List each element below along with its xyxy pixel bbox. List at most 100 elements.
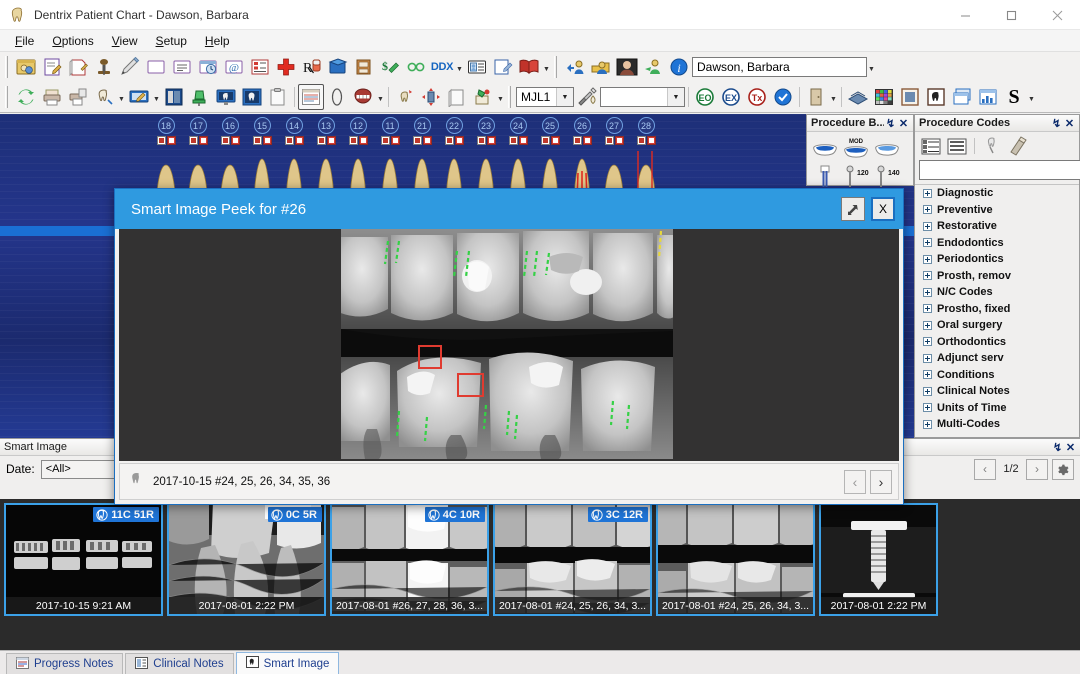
- procedure-category-row[interactable]: Diagnostic: [915, 185, 1079, 202]
- procedure-category-row[interactable]: Preventive: [915, 202, 1079, 219]
- amalgam-o-icon[interactable]: [811, 135, 839, 161]
- tooth-badge-right[interactable]: [583, 136, 592, 145]
- detection-count-badge[interactable]: 4C 10R: [425, 507, 485, 522]
- tooth-number-15[interactable]: 15: [254, 117, 271, 134]
- tooth-badge-left[interactable]: [413, 136, 422, 145]
- tooth-status-badges-24[interactable]: [509, 136, 528, 145]
- tooth-status-badges-27[interactable]: [605, 136, 624, 145]
- patient-book-chevron-down-icon[interactable]: ▼: [542, 54, 551, 80]
- expand-icon[interactable]: [923, 387, 932, 396]
- tab-clinical-notes[interactable]: Clinical Notes: [125, 653, 233, 674]
- card-icon[interactable]: [897, 84, 923, 110]
- tooth-badge-right[interactable]: [551, 136, 560, 145]
- tooth-badge-right[interactable]: [359, 136, 368, 145]
- smart-image-chevron-down-icon[interactable]: ▼: [1027, 84, 1036, 110]
- insurance-claim-icon[interactable]: $: [377, 54, 403, 80]
- thumbnail-item[interactable]: 2017-08-01 2:22 PM: [819, 503, 938, 616]
- expand-icon[interactable]: [923, 288, 932, 297]
- ex-icon[interactable]: EX: [718, 84, 744, 110]
- tooth-status-badges-26[interactable]: [573, 136, 592, 145]
- detection-count-badge[interactable]: 0C 5R: [268, 507, 322, 522]
- tooth-number-13[interactable]: 13: [318, 117, 335, 134]
- tooth-badge-left[interactable]: [637, 136, 646, 145]
- tooth-badge-left[interactable]: [509, 136, 518, 145]
- provider-chevron-down-icon[interactable]: ▼: [556, 88, 573, 106]
- menu-help[interactable]: Help: [196, 32, 239, 50]
- tooth-number-17[interactable]: 17: [190, 117, 207, 134]
- tooth-badge-left[interactable]: [541, 136, 550, 145]
- detection-count-badge[interactable]: 3C 12R: [588, 507, 648, 522]
- procedure-category-row[interactable]: Units of Time: [915, 400, 1079, 417]
- window-icon[interactable]: [949, 84, 975, 110]
- tooth-badge-right[interactable]: [231, 136, 240, 145]
- dialog-next-image-button[interactable]: ›: [870, 470, 892, 494]
- tooth-number-12[interactable]: 12: [350, 117, 367, 134]
- patient-book-icon[interactable]: [516, 54, 542, 80]
- close-icon[interactable]: ✕: [897, 117, 910, 130]
- tooth-badge-left[interactable]: [349, 136, 358, 145]
- image-tooth-icon[interactable]: [239, 84, 265, 110]
- document-center-icon[interactable]: [143, 54, 169, 80]
- composite-icon[interactable]: [873, 135, 901, 161]
- xray-image[interactable]: [341, 229, 673, 461]
- ddx-chevron-down-icon[interactable]: ▼: [455, 54, 464, 80]
- tooth-number-21[interactable]: 21: [414, 117, 431, 134]
- pin-icon[interactable]: ↯: [1050, 117, 1063, 130]
- tooth-badge-right[interactable]: [295, 136, 304, 145]
- tooth-status-badges-23[interactable]: [477, 136, 496, 145]
- procedure-category-row[interactable]: Restorative: [915, 218, 1079, 235]
- expand-icon[interactable]: [923, 403, 932, 412]
- tooth-number-14[interactable]: 14: [286, 117, 303, 134]
- smart-image-s-icon[interactable]: S: [1001, 84, 1027, 110]
- procedure-category-row[interactable]: Adjunct serv: [915, 350, 1079, 367]
- expand-icon[interactable]: [923, 189, 932, 198]
- gear-icon[interactable]: [1052, 459, 1074, 480]
- tooth-number-11[interactable]: 11: [382, 117, 399, 134]
- tooth-badge-left[interactable]: [221, 136, 230, 145]
- extraction-icon[interactable]: [392, 84, 418, 110]
- crown-140-icon[interactable]: 140: [873, 164, 901, 190]
- ovoid-icon[interactable]: [324, 84, 350, 110]
- tooth-badge-left[interactable]: [189, 136, 198, 145]
- tooth-status-badges-11[interactable]: [381, 136, 400, 145]
- expand-icon[interactable]: [923, 337, 932, 346]
- expand-icon[interactable]: [923, 321, 932, 330]
- procedure-category-row[interactable]: Endodontics: [915, 235, 1079, 252]
- tooth-status-badges-28[interactable]: [637, 136, 656, 145]
- tooth-number-24[interactable]: 24: [510, 117, 527, 134]
- tab-smart-image[interactable]: Smart Image: [236, 652, 340, 674]
- lab-case-icon[interactable]: [325, 54, 351, 80]
- tooth-number-18[interactable]: 18: [158, 117, 175, 134]
- crown-120-icon[interactable]: 120: [842, 164, 870, 190]
- treatment-planner-icon[interactable]: [117, 54, 143, 80]
- procedure-category-row[interactable]: Prosth, remov: [915, 268, 1079, 285]
- thumbnail-item[interactable]: 0C 5R2017-08-01 2:22 PM: [167, 503, 326, 616]
- xray-panel-icon[interactable]: [161, 84, 187, 110]
- door-chevron-down-icon[interactable]: ▼: [829, 84, 838, 110]
- info-icon[interactable]: i: [666, 54, 692, 80]
- appointment-book-icon[interactable]: [195, 54, 221, 80]
- tooth-badge-right[interactable]: [647, 136, 656, 145]
- tooth-number-23[interactable]: 23: [478, 117, 495, 134]
- tooth-badge-left[interactable]: [157, 136, 166, 145]
- tooth-badge-left[interactable]: [253, 136, 262, 145]
- progress-notes-icon[interactable]: [298, 84, 324, 110]
- prescriptions-icon[interactable]: R: [299, 54, 325, 80]
- procedure-category-row[interactable]: Conditions: [915, 367, 1079, 384]
- patient-field-chevron-down-icon[interactable]: ▼: [867, 54, 876, 80]
- tooth-badge-right[interactable]: [199, 136, 208, 145]
- tooth-number-28[interactable]: 28: [638, 117, 655, 134]
- close-icon[interactable]: ✕: [1063, 117, 1076, 130]
- expand-icon[interactable]: [923, 420, 932, 429]
- toolbar2-grip[interactable]: [5, 86, 10, 108]
- menu-file[interactable]: File: [6, 32, 43, 50]
- expand-icon[interactable]: [923, 304, 932, 313]
- minimize-button[interactable]: [942, 0, 988, 30]
- eraser-icon[interactable]: [1006, 135, 1030, 157]
- tooth-badge-right[interactable]: [327, 136, 336, 145]
- procedure-codes-list[interactable]: DiagnosticPreventiveRestorativeEndodonti…: [915, 184, 1079, 433]
- thumbnail-item[interactable]: 11C 51R2017-10-15 9:21 AM: [4, 503, 163, 616]
- scanner-icon[interactable]: [845, 84, 871, 110]
- pin-icon[interactable]: ↯: [1051, 441, 1064, 454]
- check-icon[interactable]: [770, 84, 796, 110]
